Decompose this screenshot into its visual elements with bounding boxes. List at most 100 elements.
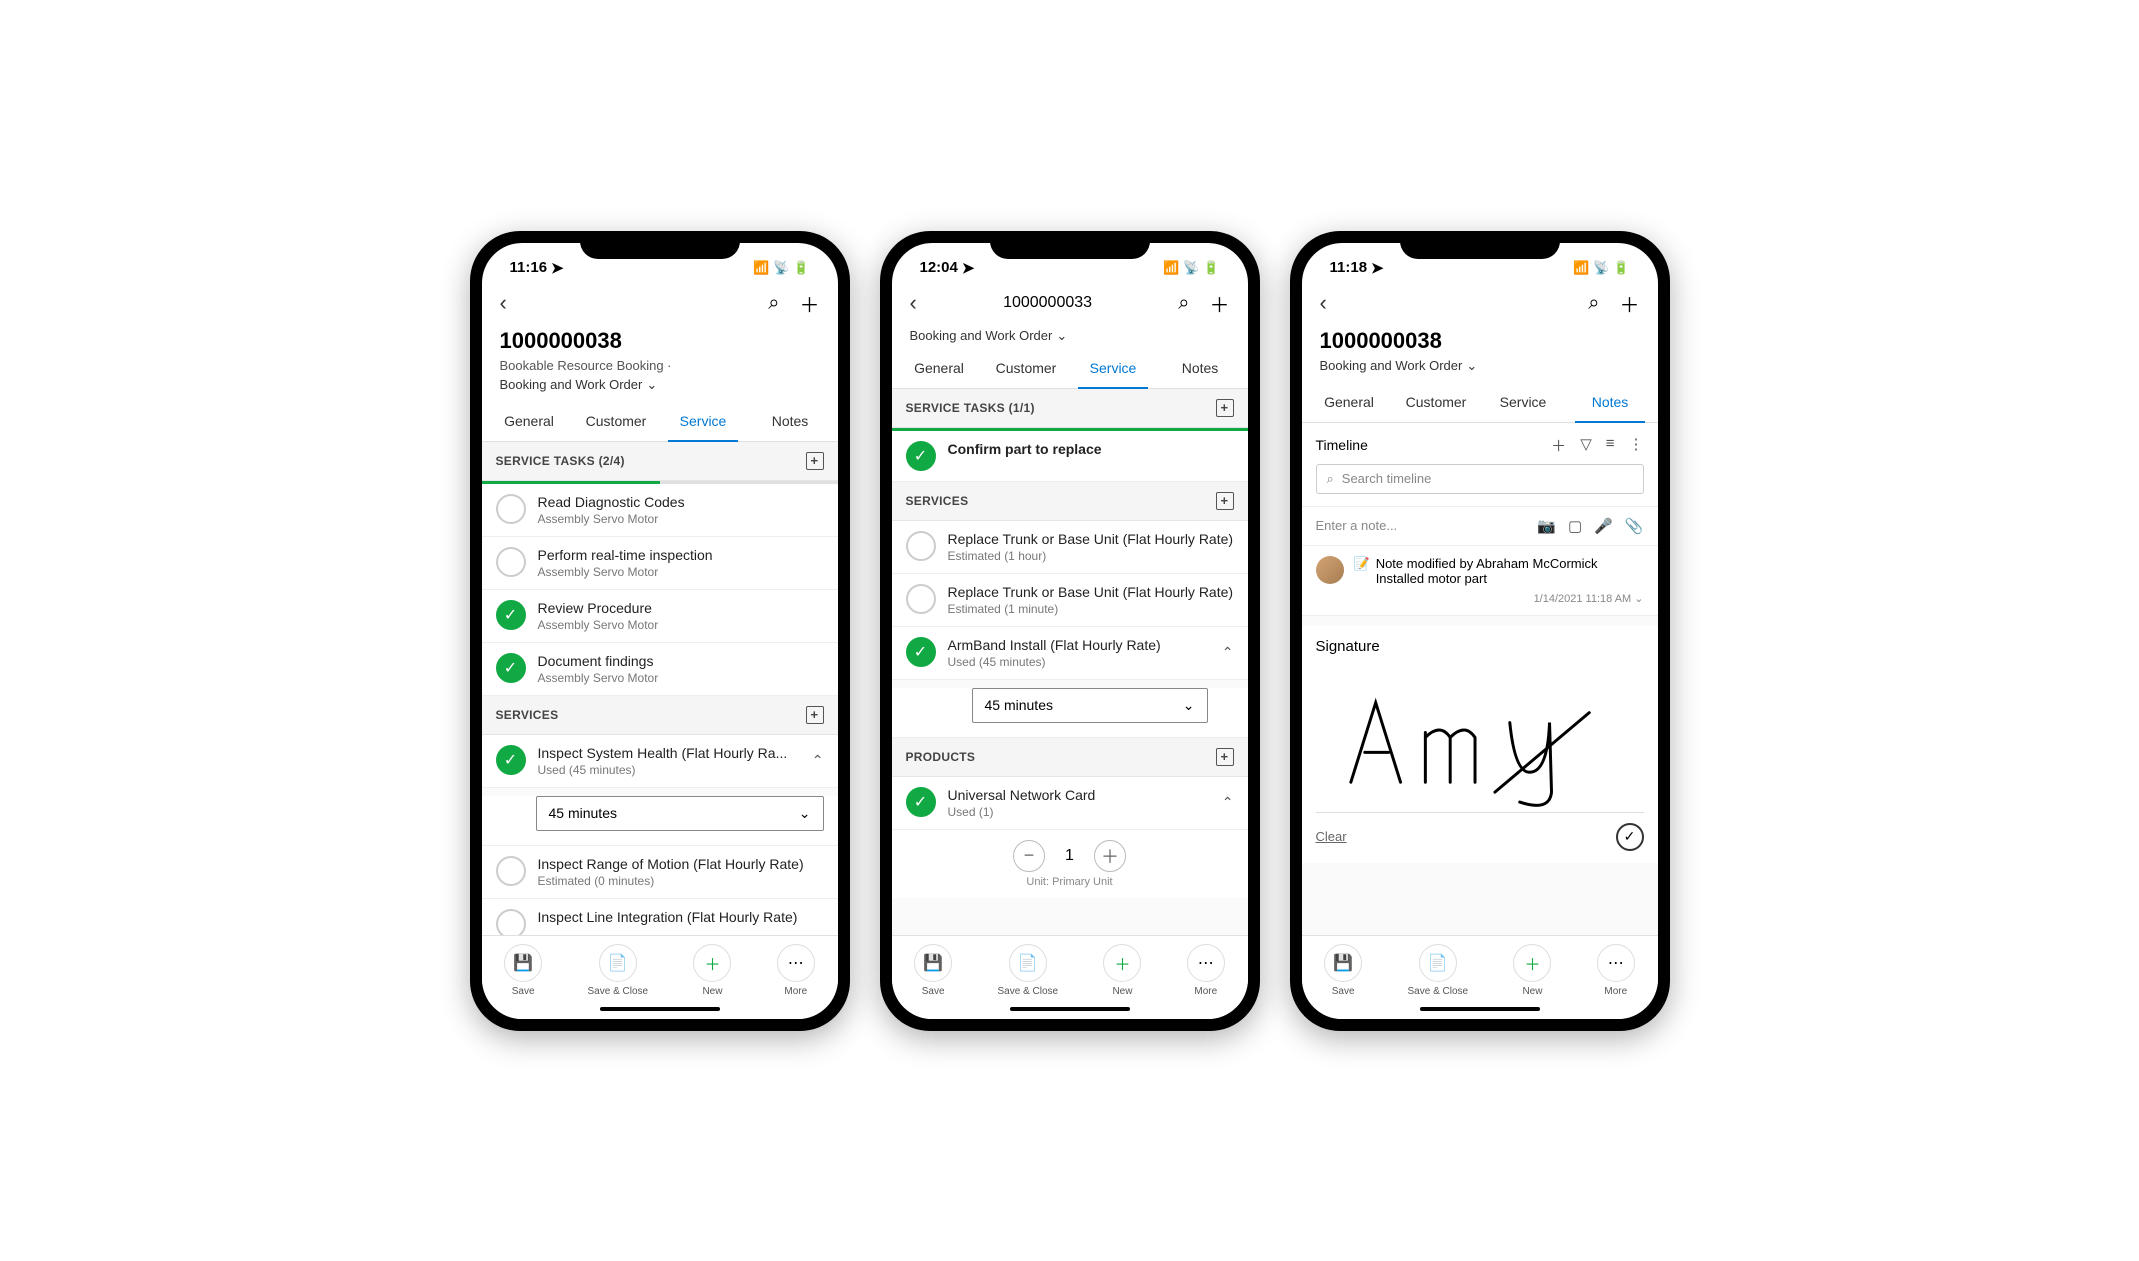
qty-increase-button[interactable]: ＋ <box>1094 840 1126 872</box>
signature-canvas[interactable] <box>1316 663 1644 813</box>
add-product-icon[interactable]: + <box>1216 748 1234 766</box>
collapse-icon[interactable]: ⌃ <box>812 752 824 769</box>
video-icon[interactable]: ▢ <box>1568 517 1582 535</box>
signature-confirm-button[interactable]: ✓ <box>1616 823 1644 851</box>
save-button[interactable]: 💾 Save <box>914 944 952 997</box>
add-task-icon[interactable]: + <box>1216 399 1234 417</box>
task-item[interactable]: ✓ Review Procedure Assembly Servo Motor <box>482 590 838 643</box>
service-item[interactable]: Replace Trunk or Base Unit (Flat Hourly … <box>892 521 1248 574</box>
save-button[interactable]: 💾 Save <box>1324 944 1362 997</box>
mic-icon[interactable]: 🎤 <box>1594 517 1613 535</box>
task-checkbox[interactable] <box>496 547 526 577</box>
tab-service[interactable]: Service <box>1070 348 1157 388</box>
tabs: General Customer Service Notes <box>892 348 1248 389</box>
service-checkbox[interactable] <box>906 531 936 561</box>
tab-customer[interactable]: Customer <box>983 348 1070 388</box>
signature-clear-button[interactable]: Clear <box>1316 829 1347 844</box>
task-item[interactable]: Read Diagnostic Codes Assembly Servo Mot… <box>482 484 838 537</box>
new-button[interactable]: ＋ New <box>1103 944 1141 997</box>
chevron-down-icon[interactable]: ⌄ <box>1634 593 1643 605</box>
tab-notes[interactable]: Notes <box>1157 348 1244 388</box>
chevron-down-icon: ⌄ <box>1183 697 1195 714</box>
home-indicator[interactable] <box>600 1007 720 1011</box>
timeline-add-icon[interactable]: ＋ <box>1551 435 1566 456</box>
more-button[interactable]: ⋯ More <box>1187 944 1225 997</box>
tab-customer[interactable]: Customer <box>1393 382 1480 422</box>
tab-notes[interactable]: Notes <box>1567 382 1654 422</box>
wifi-icon: 📡 <box>1593 260 1609 276</box>
task-item[interactable]: Perform real-time inspection Assembly Se… <box>482 537 838 590</box>
new-button[interactable]: ＋ New <box>693 944 731 997</box>
home-indicator[interactable] <box>1010 1007 1130 1011</box>
home-indicator[interactable] <box>1420 1007 1540 1011</box>
note-input[interactable]: Enter a note... 📷 ▢ 🎤 📎 <box>1302 507 1658 546</box>
qty-decrease-button[interactable]: − <box>1013 840 1045 872</box>
add-service-icon[interactable]: + <box>1216 492 1234 510</box>
service-checkbox-checked[interactable]: ✓ <box>906 637 936 667</box>
service-item[interactable]: ✓ ArmBand Install (Flat Hourly Rate) Use… <box>892 627 1248 680</box>
status-time: 11:16 <box>510 259 548 276</box>
duration-select[interactable]: 45 minutes ⌄ <box>972 688 1208 723</box>
collapse-icon[interactable]: ⌃ <box>1222 794 1234 811</box>
view-dropdown[interactable]: Booking and Work Order⌄ <box>1320 358 1640 374</box>
chevron-down-icon: ⌄ <box>1466 358 1477 374</box>
tab-general[interactable]: General <box>486 401 573 441</box>
search-timeline-input[interactable]: ⌕ Search timeline <box>1316 464 1644 494</box>
save-close-button[interactable]: 📄 Save & Close <box>1408 944 1469 997</box>
service-item[interactable]: ✓ Inspect System Health (Flat Hourly Ra.… <box>482 735 838 788</box>
duration-select[interactable]: 45 minutes ⌄ <box>536 796 824 831</box>
view-dropdown[interactable]: Booking and Work Order⌄ <box>500 377 820 393</box>
back-button[interactable]: ‹ <box>910 290 917 316</box>
save-button[interactable]: 💾 Save <box>504 944 542 997</box>
tab-general[interactable]: General <box>1306 382 1393 422</box>
task-checkbox-checked[interactable]: ✓ <box>496 600 526 630</box>
header: ‹ ⌕ ＋ <box>1302 283 1658 324</box>
attachment-icon[interactable]: 📎 <box>1625 517 1644 535</box>
add-icon[interactable]: ＋ <box>1620 289 1640 318</box>
more-button[interactable]: ⋯ More <box>777 944 815 997</box>
task-item[interactable]: ✓ Document findings Assembly Servo Motor <box>482 643 838 696</box>
back-button[interactable]: ‹ <box>500 290 507 316</box>
save-close-button[interactable]: 📄 Save & Close <box>588 944 649 997</box>
add-task-icon[interactable]: + <box>806 452 824 470</box>
tab-service[interactable]: Service <box>660 401 747 441</box>
more-button[interactable]: ⋯ More <box>1597 944 1635 997</box>
section-services-header: SERVICES + <box>892 482 1248 521</box>
service-checkbox[interactable] <box>906 584 936 614</box>
task-checkbox[interactable] <box>496 494 526 524</box>
service-checkbox[interactable] <box>496 909 526 935</box>
task-checkbox-checked[interactable]: ✓ <box>906 441 936 471</box>
battery-icon: 🔋 <box>793 260 809 276</box>
task-checkbox-checked[interactable]: ✓ <box>496 653 526 683</box>
add-icon[interactable]: ＋ <box>800 289 820 318</box>
wifi-icon: 📡 <box>773 260 789 276</box>
view-dropdown[interactable]: Booking and Work Order⌄ <box>910 328 1230 344</box>
service-item[interactable]: Inspect Line Integration (Flat Hourly Ra… <box>482 899 838 935</box>
save-close-button[interactable]: 📄 Save & Close <box>998 944 1059 997</box>
filter-icon[interactable]: ▽ <box>1580 435 1592 456</box>
add-service-icon[interactable]: + <box>806 706 824 724</box>
kebab-menu-icon[interactable]: ⋮ <box>1629 435 1644 456</box>
note-item[interactable]: 📝 Note modified by Abraham McCormick Ins… <box>1302 546 1658 616</box>
product-checkbox-checked[interactable]: ✓ <box>906 787 936 817</box>
collapse-icon[interactable]: ⌃ <box>1222 644 1234 661</box>
new-button[interactable]: ＋ New <box>1513 944 1551 997</box>
tab-notes[interactable]: Notes <box>747 401 834 441</box>
tab-customer[interactable]: Customer <box>573 401 660 441</box>
service-checkbox-checked[interactable]: ✓ <box>496 745 526 775</box>
back-button[interactable]: ‹ <box>1320 290 1327 316</box>
search-icon[interactable]: ⌕ <box>1178 292 1189 315</box>
search-placeholder: Search timeline <box>1342 471 1432 486</box>
search-icon[interactable]: ⌕ <box>1588 292 1599 315</box>
search-icon[interactable]: ⌕ <box>768 292 779 315</box>
tab-service[interactable]: Service <box>1480 382 1567 422</box>
task-item[interactable]: ✓ Confirm part to replace <box>892 431 1248 482</box>
sort-icon[interactable]: ≡ <box>1606 435 1615 456</box>
service-item[interactable]: Inspect Range of Motion (Flat Hourly Rat… <box>482 846 838 899</box>
product-item[interactable]: ✓ Universal Network Card Used (1) ⌃ <box>892 777 1248 830</box>
tab-general[interactable]: General <box>896 348 983 388</box>
add-icon[interactable]: ＋ <box>1210 289 1230 318</box>
service-item[interactable]: Replace Trunk or Base Unit (Flat Hourly … <box>892 574 1248 627</box>
camera-icon[interactable]: 📷 <box>1537 517 1556 535</box>
service-checkbox[interactable] <box>496 856 526 886</box>
